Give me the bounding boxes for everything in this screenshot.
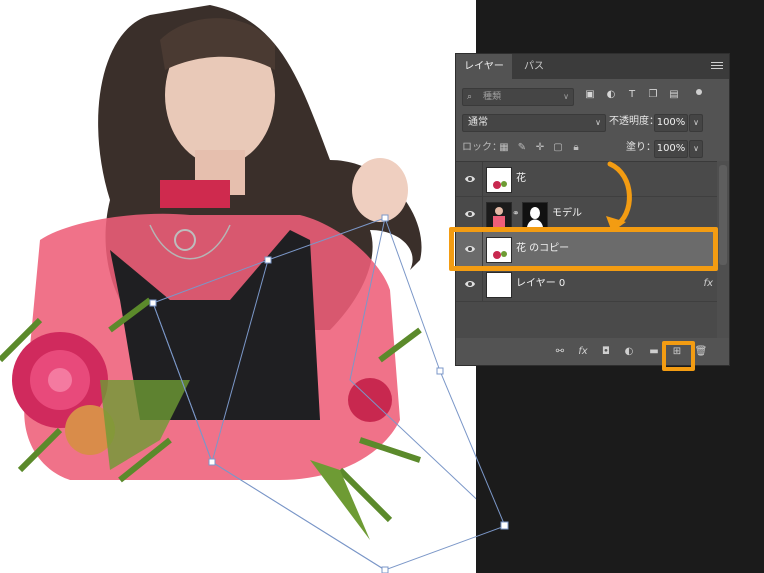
document-canvas[interactable] <box>0 0 476 573</box>
add-mask-icon[interactable]: ◘ <box>599 345 613 359</box>
eye-icon[interactable] <box>464 208 476 220</box>
opacity-label: 不透明度： <box>609 116 659 127</box>
layer-name: モデル <box>552 208 582 219</box>
tab-paths[interactable]: パス <box>512 54 556 79</box>
highlight-selected-layer <box>449 227 718 271</box>
filter-icons: ▣ ◐ T ❐ ▤ <box>583 88 688 104</box>
layer-name: 花 <box>516 173 526 184</box>
delete-icon[interactable]: 🗑︎ <box>694 345 708 359</box>
layer-mask-thumbnail[interactable] <box>522 202 548 228</box>
layer-filter-value: 種類 <box>483 92 502 102</box>
fill-label: 塗り： <box>626 142 656 153</box>
fill-input[interactable]: 100% <box>654 140 688 158</box>
divider <box>482 197 483 231</box>
lock-transparent-icon[interactable]: ▦ <box>498 141 510 155</box>
layer-thumbnail <box>486 202 512 228</box>
new-group-icon[interactable]: ▬ <box>647 345 661 359</box>
opacity-slider-toggle[interactable]: ∨ <box>689 114 703 132</box>
tab-layers[interactable]: レイヤー <box>456 54 512 79</box>
scrollbar-thumb[interactable] <box>719 165 727 265</box>
pixel-filter-icon[interactable]: ▣ <box>583 88 597 102</box>
shape-filter-icon[interactable]: ❐ <box>646 88 660 102</box>
link-icon[interactable]: ⚭ <box>512 208 520 220</box>
eye-icon[interactable] <box>464 173 476 185</box>
layer-thumbnail <box>486 272 512 298</box>
chevron-down-icon: ∨ <box>563 92 569 101</box>
lock-artboard-icon[interactable]: ▢ <box>552 141 564 155</box>
adjustment-layer-icon[interactable]: ◐ <box>622 345 636 359</box>
layer-row-flower[interactable]: 花 <box>456 162 717 197</box>
chevron-down-icon: ∨ <box>595 118 601 127</box>
blend-mode-value: 通常 <box>468 117 488 128</box>
filter-toggle[interactable] <box>696 89 702 95</box>
highlight-new-layer-button <box>662 341 695 371</box>
curved-arrow-icon <box>606 161 632 232</box>
model-photo <box>0 5 476 573</box>
divider <box>482 162 483 196</box>
opacity-input[interactable]: 100% <box>654 114 688 132</box>
type-filter-icon[interactable]: T <box>625 88 639 102</box>
fx-icon[interactable]: fx <box>576 345 590 359</box>
layer-effects-indicator[interactable]: fx <box>704 267 713 301</box>
layer-thumbnail <box>486 167 512 193</box>
lock-icons: ▦ ✎ ✛ ▢ 🔒︎ <box>498 141 588 155</box>
blend-mode-select[interactable]: 通常 ∨ <box>462 114 606 132</box>
lock-label: ロック： <box>462 142 502 153</box>
search-icon: ⌕ <box>467 92 473 102</box>
hamburger-icon[interactable] <box>711 60 723 72</box>
smart-object-filter-icon[interactable]: ▤ <box>667 88 681 102</box>
layer-name: レイヤー 0 <box>516 278 566 289</box>
layer-filter-select[interactable]: ⌕ 種類 ∨ <box>462 88 574 106</box>
link-layers-icon[interactable]: ⚯ <box>553 345 567 359</box>
layer-list-scrollbar[interactable] <box>717 161 729 338</box>
divider <box>482 267 483 301</box>
eye-icon[interactable] <box>464 278 476 290</box>
layer-row-layer-0[interactable]: レイヤー 0 fx <box>456 267 717 302</box>
panel-tabbar: レイヤー パス <box>456 54 729 79</box>
fill-slider-toggle[interactable]: ∨ <box>689 140 703 158</box>
lock-paint-icon[interactable]: ✎ <box>516 141 528 155</box>
lock-move-icon[interactable]: ✛ <box>534 141 546 155</box>
adjustment-filter-icon[interactable]: ◐ <box>604 88 618 102</box>
lock-all-icon[interactable]: 🔒︎ <box>570 141 582 155</box>
